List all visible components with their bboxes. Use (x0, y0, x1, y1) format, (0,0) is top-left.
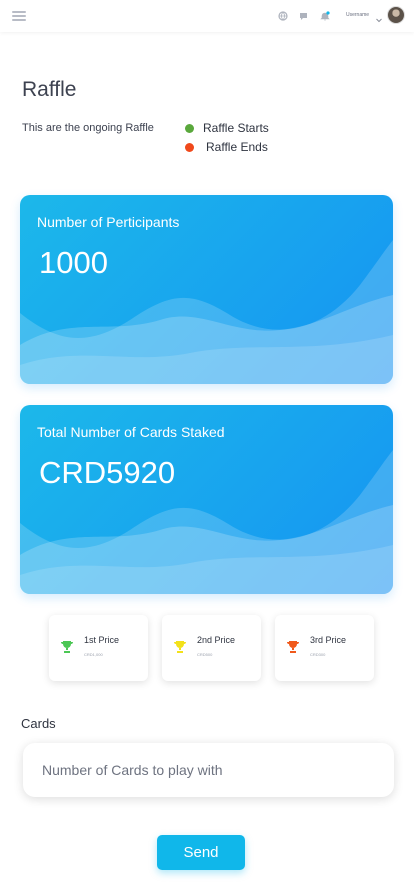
bell-icon[interactable] (320, 11, 330, 21)
chevron-down-icon[interactable] (375, 11, 383, 23)
prize-amount: CRD500 (197, 652, 213, 657)
legend-label: Raffle Ends (206, 140, 268, 154)
green-dot-icon (185, 123, 194, 133)
prize-name: 3rd Price (310, 635, 347, 645)
stat-value: CRD5920 (39, 455, 176, 490)
page-title: Raffle (22, 78, 77, 101)
cards-count-input[interactable] (23, 743, 394, 797)
avatar[interactable] (387, 6, 405, 24)
page-subtitle: This are the ongoing Raffle (22, 122, 154, 134)
participants-card: Number of Perticipants 1000 (20, 195, 393, 384)
prize-amount: CRD1,000 (84, 652, 103, 657)
globe-icon[interactable] (278, 11, 288, 21)
legend-raffle-ends: Raffle Ends (185, 140, 268, 154)
top-bar: Username (0, 0, 414, 32)
legend-label: Raffle Starts (203, 121, 269, 135)
prize-name: 1st Price (84, 635, 120, 645)
stat-label: Number of Perticipants (37, 214, 180, 230)
prize-name: 2nd Price (197, 635, 236, 645)
menu-icon[interactable] (12, 11, 26, 21)
trophy-icon (286, 640, 300, 654)
trophy-icon (60, 640, 74, 654)
cards-label: Cards (21, 716, 56, 731)
trophy-icon (173, 640, 187, 654)
stat-value: 1000 (39, 245, 108, 280)
send-button[interactable]: Send (157, 835, 245, 870)
prize-card-3rd[interactable]: 3rd Price CRD300 (275, 615, 374, 681)
cards-staked-card: Total Number of Cards Staked CRD5920 (20, 405, 393, 594)
orange-dot-icon (185, 142, 194, 152)
prize-amount: CRD300 (310, 652, 326, 657)
prize-card-2nd[interactable]: 2nd Price CRD500 (162, 615, 261, 681)
notification-dot-icon (326, 11, 330, 15)
stat-label: Total Number of Cards Staked (37, 424, 225, 440)
prize-card-1st[interactable]: 1st Price CRD1,000 (49, 615, 148, 681)
chat-icon[interactable] (299, 11, 309, 21)
legend-raffle-starts: Raffle Starts (185, 121, 269, 135)
username-label[interactable]: Username (346, 12, 369, 18)
